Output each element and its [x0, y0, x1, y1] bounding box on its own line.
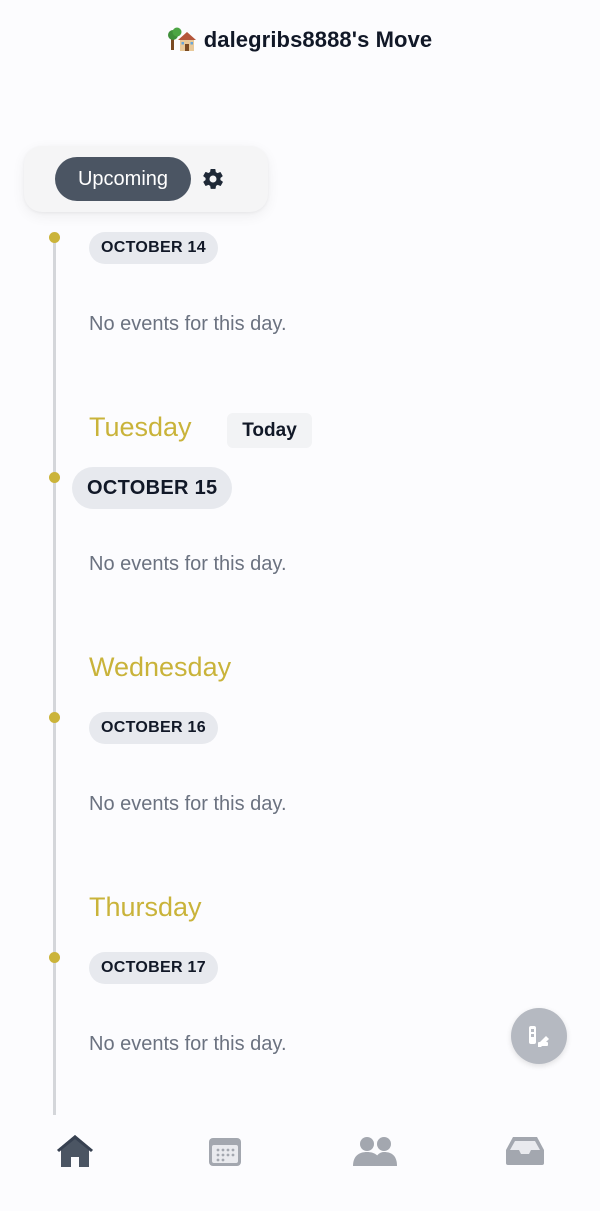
filter-bar: Upcoming [24, 146, 268, 212]
date-pill: OCTOBER 14 [89, 232, 218, 264]
timeline-dot [49, 952, 60, 963]
no-events-text: No events for this day. [89, 1033, 287, 1055]
move-title: dalegribs8888's Move [203, 27, 433, 52]
day-name: Thursday [89, 892, 202, 922]
inbox-icon [506, 1137, 544, 1165]
bottom-nav [0, 1115, 600, 1211]
nav-people[interactable] [347, 1123, 403, 1179]
home-icon [57, 1135, 93, 1167]
people-icon [353, 1137, 397, 1166]
calendar-icon [209, 1138, 241, 1166]
timeline-dot [49, 472, 60, 483]
no-events-text: No events for this day. [89, 313, 287, 335]
today-badge: Today [227, 413, 312, 448]
upcoming-filter-button[interactable]: Upcoming [55, 157, 191, 201]
timeline-dot [49, 232, 60, 243]
nav-calendar[interactable] [197, 1123, 253, 1179]
date-pill-today: OCTOBER 15 [72, 467, 233, 509]
app-header: dalegribs8888's Move [0, 0, 600, 80]
no-events-text: No events for this day. [89, 553, 287, 575]
timeline-dot [49, 712, 60, 723]
day-name: Wednesday [89, 652, 232, 682]
no-events-text: No events for this day. [89, 793, 287, 815]
house-with-tree-icon [167, 27, 196, 51]
settings-button[interactable] [200, 166, 226, 192]
timeline-line [53, 237, 56, 1115]
date-pill: OCTOBER 17 [89, 952, 218, 984]
nav-inbox[interactable] [497, 1123, 553, 1179]
nav-home[interactable] [47, 1123, 103, 1179]
theme-edit-fab[interactable] [511, 1008, 567, 1064]
swatch-edit-icon [529, 1026, 549, 1047]
gear-icon [203, 168, 223, 189]
date-pill: OCTOBER 16 [89, 712, 218, 744]
day-name: Tuesday [89, 412, 192, 442]
